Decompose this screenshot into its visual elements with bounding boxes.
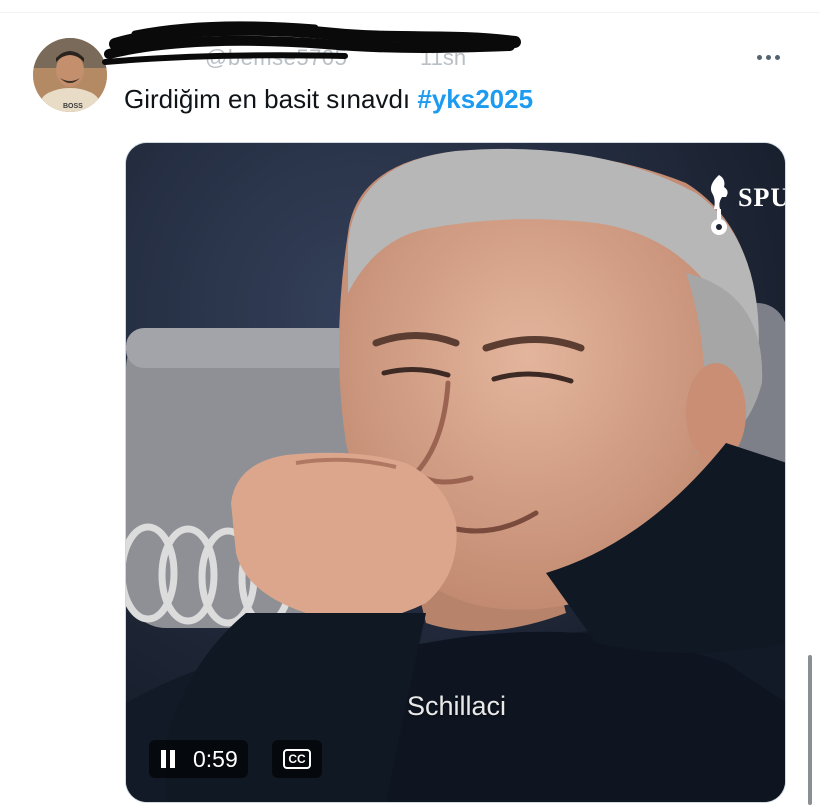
video-caption: Schillaci — [406, 691, 507, 721]
video-player[interactable]: SPU Schillaci 0:59 CC — [125, 142, 786, 803]
time-remaining: 0:59 — [193, 745, 238, 772]
redaction-scribble — [102, 21, 521, 65]
hashtag-link[interactable]: #yks2025 — [417, 84, 533, 114]
more-dot — [774, 54, 780, 60]
tweet-text: Girdiğim en basit sınavdı #yks2025 — [124, 83, 533, 115]
top-divider — [0, 12, 820, 13]
club-crest-icon — [710, 175, 728, 235]
club-watermark: SPU — [738, 183, 786, 212]
pause-button[interactable] — [157, 744, 179, 774]
captions-button[interactable]: CC — [272, 740, 322, 778]
page-scrollbar[interactable] — [808, 655, 812, 805]
closed-captions-icon: CC — [283, 749, 311, 769]
more-dot — [765, 54, 771, 60]
tweet-body: Girdiğim en basit sınavdı — [124, 84, 418, 114]
more-options-button[interactable] — [750, 44, 786, 70]
pause-icon — [159, 750, 177, 768]
playback-controls: 0:59 — [149, 740, 248, 778]
more-horizontal-icon — [756, 54, 762, 60]
avatar-badge: BOSS — [63, 103, 83, 110]
